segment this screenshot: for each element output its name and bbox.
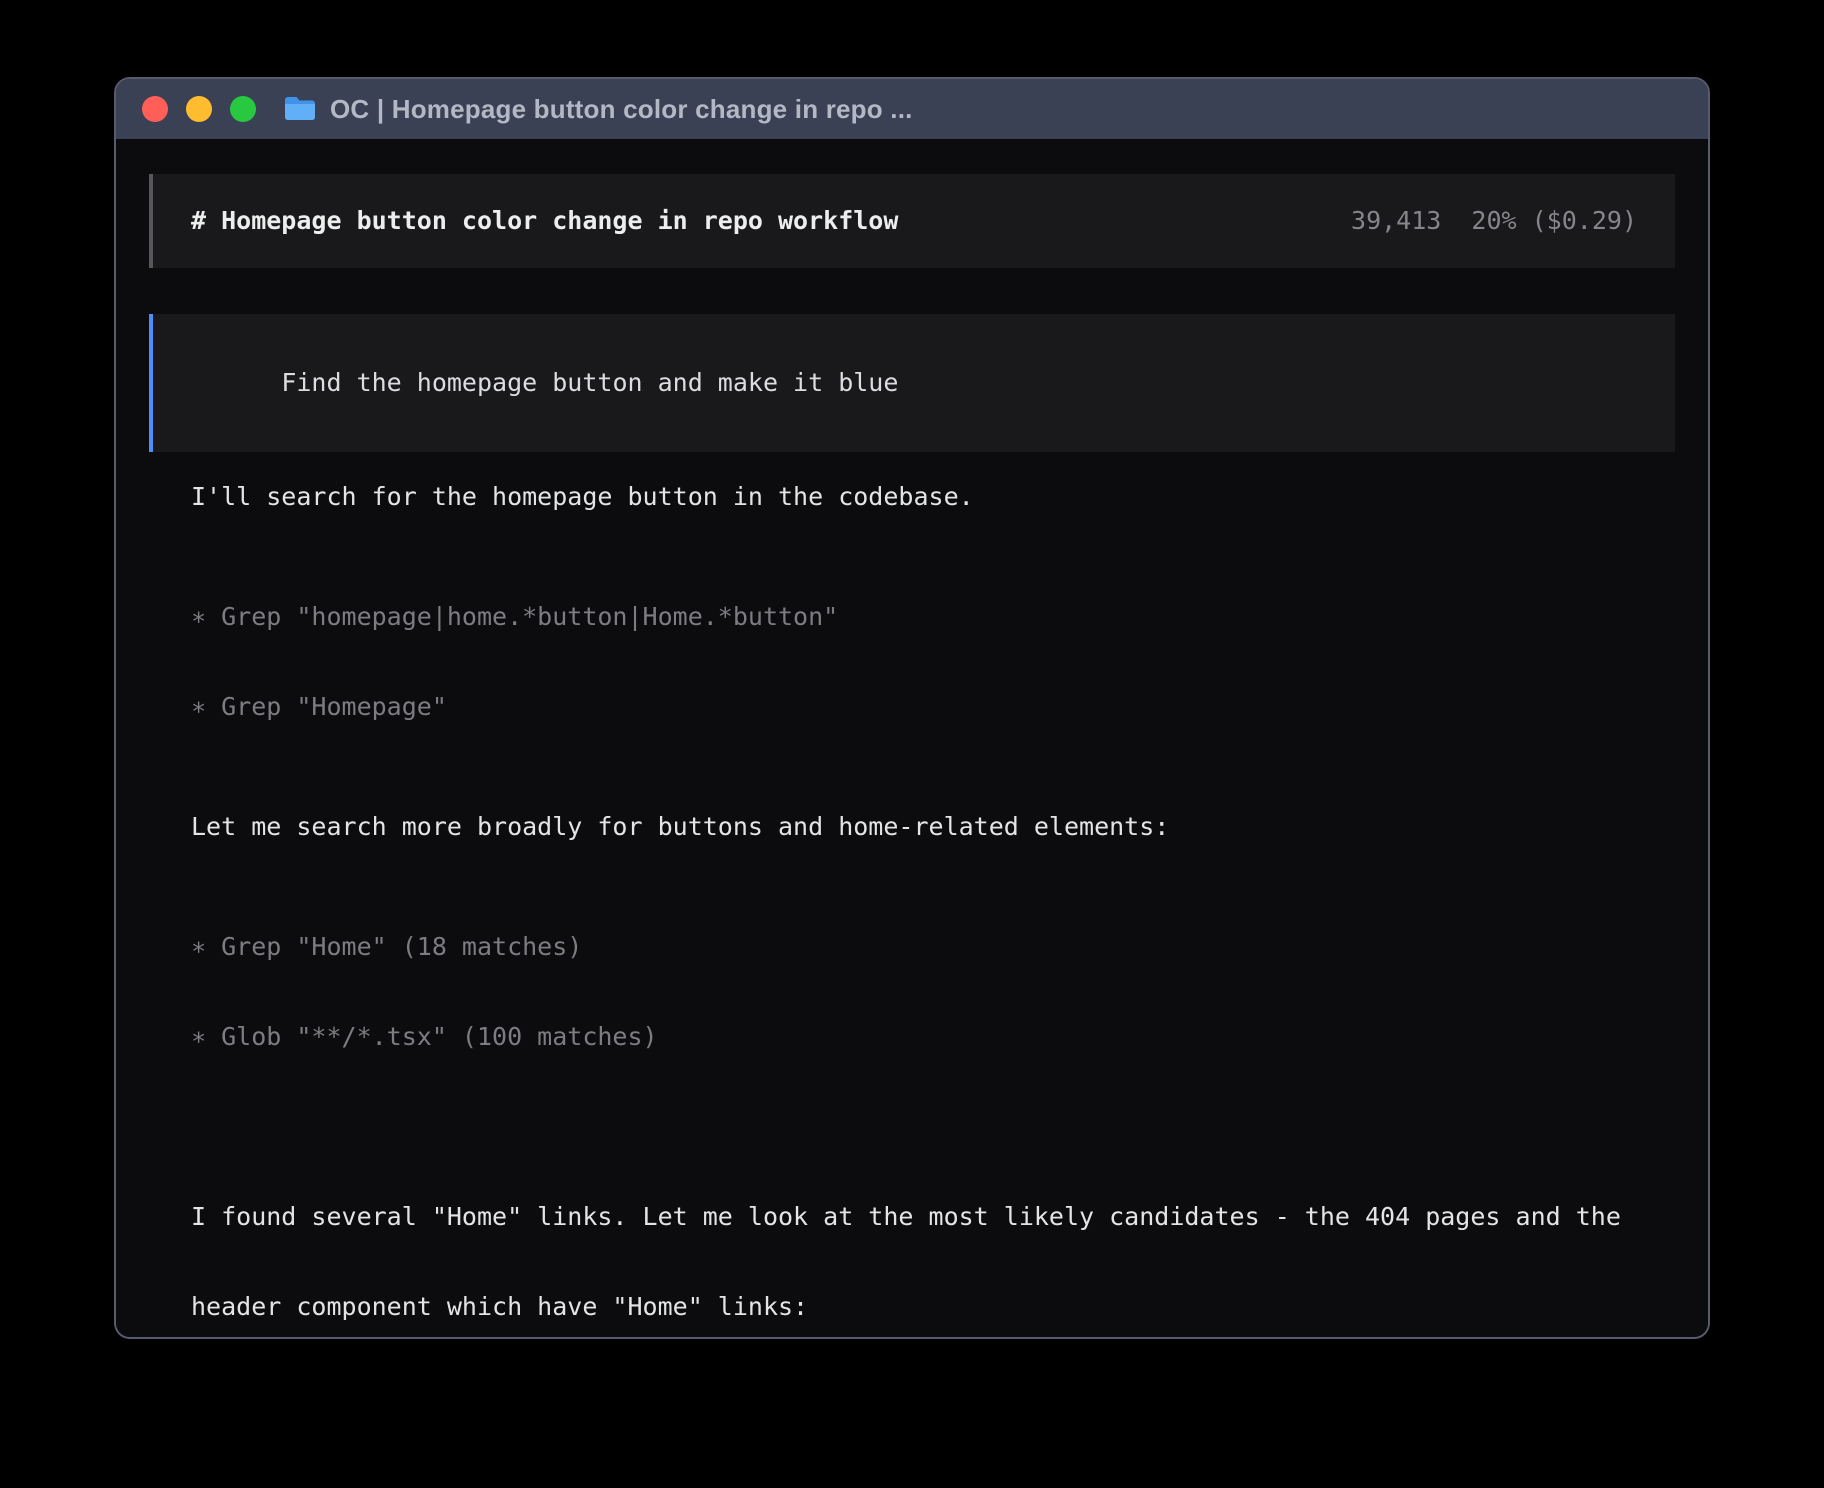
tool-call-grep: ∗ Grep "Home" (18 matches) bbox=[191, 932, 1675, 962]
close-button[interactable] bbox=[142, 96, 168, 122]
assistant-text-line: I found several "Home" links. Let me loo… bbox=[191, 1202, 1675, 1232]
tool-call-glob: ∗ Glob "**/*.tsx" (100 matches) bbox=[191, 1022, 1675, 1052]
tool-call-grep: ∗ Grep "homepage|home.*button|Home.*butt… bbox=[191, 602, 1675, 632]
maximize-button[interactable] bbox=[230, 96, 256, 122]
tool-call-group: ∗ Grep "Home" (18 matches) ∗ Glob "**/*.… bbox=[191, 872, 1675, 1112]
user-message-text: Find the homepage button and make it blu… bbox=[281, 368, 898, 397]
folder-icon bbox=[284, 96, 316, 122]
session-title: # Homepage button color change in repo w… bbox=[191, 206, 898, 236]
user-message: Find the homepage button and make it blu… bbox=[149, 314, 1675, 452]
window-titlebar[interactable]: OC | Homepage button color change in rep… bbox=[116, 79, 1708, 139]
terminal-content: # Homepage button color change in repo w… bbox=[116, 139, 1708, 1339]
session-header: # Homepage button color change in repo w… bbox=[149, 174, 1675, 268]
assistant-text: I'll search for the homepage button in t… bbox=[191, 482, 1675, 512]
window-title: OC | Homepage button color change in rep… bbox=[330, 94, 913, 125]
traffic-lights bbox=[142, 96, 256, 122]
assistant-text-line: header component which have "Home" links… bbox=[191, 1292, 1675, 1322]
tool-call-grep: ∗ Grep "Homepage" bbox=[191, 692, 1675, 722]
terminal-window: OC | Homepage button color change in rep… bbox=[114, 77, 1710, 1339]
session-stats: 39,413 20% ($0.29) bbox=[1351, 206, 1637, 236]
tool-call-group: ∗ Grep "homepage|home.*button|Home.*butt… bbox=[191, 542, 1675, 782]
assistant-text: Let me search more broadly for buttons a… bbox=[191, 812, 1675, 842]
assistant-text: I found several "Home" links. Let me loo… bbox=[191, 1142, 1675, 1339]
minimize-button[interactable] bbox=[186, 96, 212, 122]
